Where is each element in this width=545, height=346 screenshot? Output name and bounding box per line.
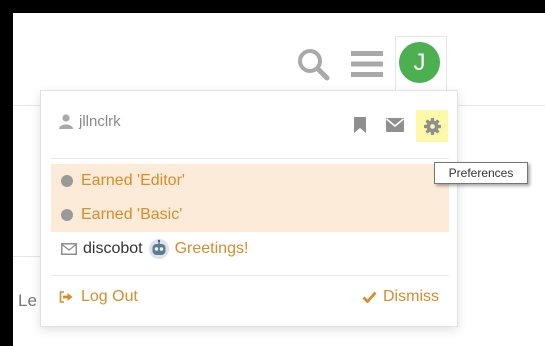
- window-frame-top: [0, 0, 545, 13]
- avatar[interactable]: J: [399, 42, 440, 83]
- notification-item[interactable]: Earned 'Editor': [51, 164, 449, 198]
- search-icon[interactable]: [296, 47, 330, 81]
- preferences-tooltip: Preferences: [434, 162, 528, 184]
- hamburger-icon[interactable]: [351, 51, 383, 77]
- preferences-button[interactable]: [416, 110, 448, 142]
- badge-dot-icon: [61, 209, 73, 221]
- window-frame-left: [0, 0, 13, 346]
- notification-text: Earned 'Basic': [81, 206, 183, 223]
- user-link[interactable]: jllnclrk: [59, 113, 121, 130]
- menu-divider: [51, 275, 449, 276]
- notification-text: Earned 'Editor': [81, 172, 185, 189]
- envelope-outline-icon: [61, 243, 77, 255]
- notification-item[interactable]: Earned 'Basic': [51, 198, 449, 232]
- logout-label: Log Out: [81, 288, 138, 305]
- dismiss-label: Dismiss: [383, 288, 439, 305]
- user-menu-panel: jllnclrk Earned 'Editor' Earned 'Basic': [40, 90, 458, 327]
- badge-dot-icon: [61, 175, 73, 187]
- bookmark-icon[interactable]: [353, 117, 367, 133]
- gear-icon: [423, 117, 441, 135]
- person-icon: [59, 114, 73, 129]
- notification-item[interactable]: discobot Greetings!: [51, 232, 449, 266]
- dismiss-button[interactable]: Dismiss: [362, 288, 439, 306]
- sign-out-icon: [59, 291, 73, 303]
- username: jllnclrk: [79, 113, 121, 130]
- logout-button[interactable]: Log Out: [59, 288, 138, 306]
- check-icon: [362, 291, 377, 303]
- notification-sender: discobot: [83, 240, 143, 257]
- notification-text: Greetings!: [174, 240, 249, 257]
- robot-avatar-icon: [148, 239, 169, 259]
- menu-divider: [51, 158, 449, 159]
- envelope-icon[interactable]: [386, 118, 404, 132]
- background-text: Le: [18, 291, 37, 310]
